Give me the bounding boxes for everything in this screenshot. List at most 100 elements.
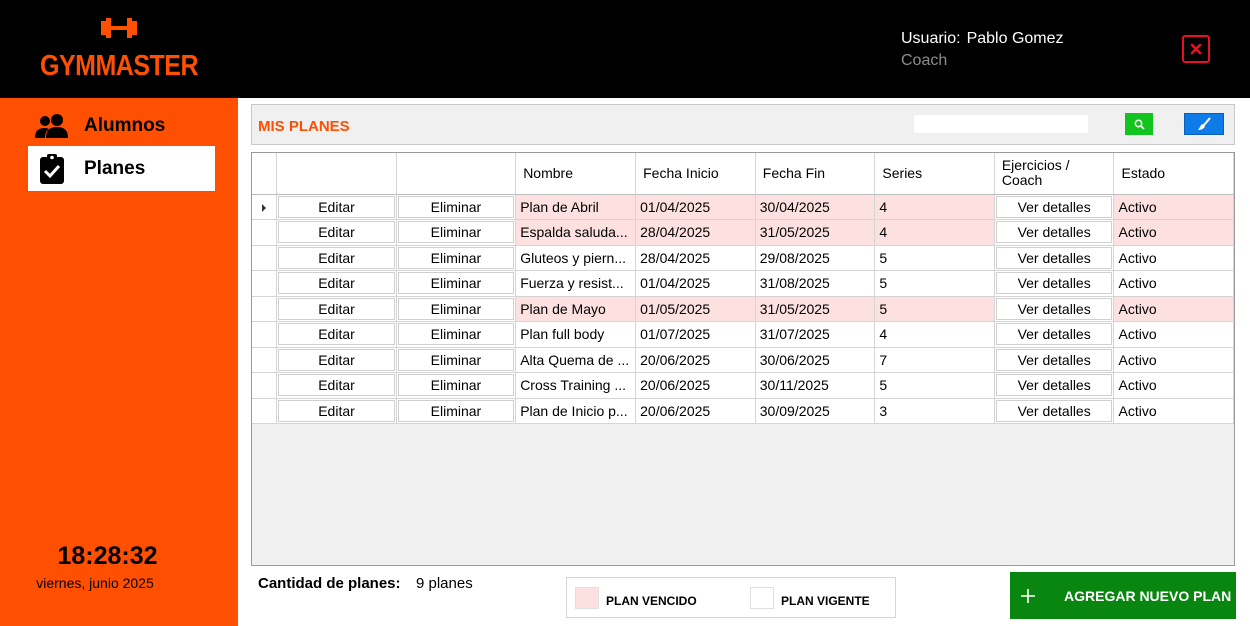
cell-series[interactable]: 5	[874, 372, 995, 399]
cell-fecha-inicio[interactable]: 01/07/2025	[635, 321, 756, 348]
cell-fecha-inicio[interactable]: 01/05/2025	[635, 296, 756, 322]
cell-nombre[interactable]: Gluteos y piern...	[515, 245, 637, 271]
delete-button[interactable]: Eliminar	[397, 221, 515, 244]
cell-fecha-fin[interactable]: 31/05/2025	[755, 219, 876, 246]
delete-button[interactable]: Eliminar	[397, 272, 515, 295]
delete-button[interactable]: Eliminar	[397, 399, 515, 422]
delete-button[interactable]: Eliminar	[397, 297, 515, 320]
cell-estado[interactable]: Activo	[1113, 194, 1234, 220]
cell-nombre[interactable]: Fuerza y resist...	[515, 270, 637, 297]
cell-estado[interactable]: Activo	[1113, 372, 1234, 399]
delete-button[interactable]: Eliminar	[397, 348, 515, 371]
cell-fecha-fin[interactable]: 30/09/2025	[755, 398, 876, 424]
column-header-fecha-fin[interactable]: Fecha Fin	[755, 153, 876, 195]
cell-fecha-fin[interactable]: 31/08/2025	[755, 270, 876, 297]
cell-fecha-inicio[interactable]: 20/06/2025	[635, 372, 756, 399]
edit-button[interactable]: Editar	[278, 348, 395, 371]
view-details-button[interactable]: Ver detalles	[995, 195, 1113, 218]
row-selector[interactable]	[252, 194, 278, 220]
row-selector[interactable]	[252, 219, 278, 246]
cell-fecha-inicio[interactable]: 01/04/2025	[635, 194, 756, 220]
view-details-button[interactable]: Ver detalles	[995, 221, 1113, 244]
edit-button[interactable]: Editar	[278, 297, 395, 320]
delete-button[interactable]: Eliminar	[397, 323, 515, 346]
view-details-button[interactable]: Ver detalles	[995, 374, 1113, 397]
table-row[interactable]: Editar Eliminar Espalda saluda... 28/04/202…	[252, 219, 1234, 246]
close-button[interactable]	[1182, 35, 1210, 63]
sidebar-item-alumnos[interactable]: Alumnos	[28, 103, 215, 148]
view-details-button[interactable]: Ver detalles	[995, 297, 1113, 320]
column-header-fecha-inicio[interactable]: Fecha Inicio	[635, 153, 756, 195]
cell-estado[interactable]: Activo	[1113, 270, 1234, 297]
row-selector[interactable]	[252, 347, 278, 373]
table-row[interactable]: Editar Eliminar Plan de Inicio p... 20/06/2…	[252, 398, 1234, 424]
row-selector[interactable]	[252, 372, 278, 399]
search-button[interactable]	[1125, 113, 1153, 135]
row-selector[interactable]	[252, 270, 278, 297]
cell-series[interactable]: 3	[874, 398, 995, 424]
cell-estado[interactable]: Activo	[1113, 347, 1234, 373]
view-details-button[interactable]: Ver detalles	[995, 399, 1113, 422]
delete-button[interactable]: Eliminar	[397, 374, 515, 397]
cell-nombre[interactable]: Plan de Inicio p...	[515, 398, 637, 424]
cell-series[interactable]: 4	[874, 219, 995, 246]
table-row[interactable]: Editar Eliminar Plan full body 01/07/2025 31…	[252, 321, 1234, 348]
edit-button[interactable]: Editar	[278, 221, 395, 244]
cell-series[interactable]: 7	[874, 347, 995, 373]
delete-button[interactable]: Eliminar	[397, 246, 515, 269]
column-header-series[interactable]: Series	[874, 153, 995, 195]
clear-search-button[interactable]	[1184, 113, 1224, 135]
cell-series[interactable]: 5	[874, 296, 995, 322]
cell-nombre[interactable]: Alta Quema de ...	[515, 347, 637, 373]
table-row[interactable]: Editar Eliminar Plan de Mayo 01/05/2025 31/0…	[252, 296, 1234, 322]
cell-estado[interactable]: Activo	[1113, 245, 1234, 271]
cell-estado[interactable]: Activo	[1113, 321, 1234, 348]
cell-estado[interactable]: Activo	[1113, 398, 1234, 424]
cell-fecha-fin[interactable]: 31/05/2025	[755, 296, 876, 322]
cell-series[interactable]: 4	[874, 194, 995, 220]
cell-fecha-inicio[interactable]: 28/04/2025	[635, 219, 756, 246]
row-selector[interactable]	[252, 321, 278, 348]
table-row[interactable]: Editar Eliminar Fuerza y resist... 01/04/20…	[252, 270, 1234, 297]
add-plan-button[interactable]: AGREGAR NUEVO PLAN	[1010, 572, 1236, 619]
edit-button[interactable]: Editar	[278, 195, 395, 218]
cell-fecha-inicio[interactable]: 28/04/2025	[635, 245, 756, 271]
table-row[interactable]: Editar Eliminar Cross Training ... 20/06/20…	[252, 372, 1234, 399]
cell-estado[interactable]: Activo	[1113, 219, 1234, 246]
column-header-estado[interactable]: Estado	[1113, 153, 1234, 195]
cell-nombre[interactable]: Espalda saluda...	[515, 219, 637, 246]
edit-button[interactable]: Editar	[278, 246, 395, 269]
table-row[interactable]: Editar Eliminar Plan de Abril 01/04/2025 30/…	[252, 194, 1234, 220]
edit-button[interactable]: Editar	[278, 323, 395, 346]
view-details-button[interactable]: Ver detalles	[995, 323, 1113, 346]
row-selector[interactable]	[252, 296, 278, 322]
table-row[interactable]: Editar Eliminar Alta Quema de ... 20/06/202…	[252, 347, 1234, 373]
cell-fecha-inicio[interactable]: 01/04/2025	[635, 270, 756, 297]
cell-series[interactable]: 4	[874, 321, 995, 348]
edit-button[interactable]: Editar	[278, 374, 395, 397]
cell-nombre[interactable]: Plan full body	[515, 321, 637, 348]
cell-fecha-fin[interactable]: 30/04/2025	[755, 194, 876, 220]
cell-nombre[interactable]: Plan de Abril	[515, 194, 637, 220]
cell-fecha-fin[interactable]: 29/08/2025	[755, 245, 876, 271]
edit-button[interactable]: Editar	[278, 272, 395, 295]
delete-button[interactable]: Eliminar	[397, 195, 515, 218]
cell-series[interactable]: 5	[874, 270, 995, 297]
view-details-button[interactable]: Ver detalles	[995, 348, 1113, 371]
cell-fecha-fin[interactable]: 30/11/2025	[755, 372, 876, 399]
search-input[interactable]	[914, 115, 1088, 133]
cell-nombre[interactable]: Cross Training ...	[515, 372, 637, 399]
cell-nombre[interactable]: Plan de Mayo	[515, 296, 637, 322]
column-header-nombre[interactable]: Nombre	[515, 153, 637, 195]
row-selector[interactable]	[252, 245, 278, 271]
cell-fecha-inicio[interactable]: 20/06/2025	[635, 347, 756, 373]
table-row[interactable]: Editar Eliminar Gluteos y piern... 28/04/20…	[252, 245, 1234, 271]
view-details-button[interactable]: Ver detalles	[995, 272, 1113, 295]
view-details-button[interactable]: Ver detalles	[995, 246, 1113, 269]
cell-fecha-fin[interactable]: 31/07/2025	[755, 321, 876, 348]
edit-button[interactable]: Editar	[278, 399, 395, 422]
column-header-ejercicios-coach[interactable]: Ejercicios / Coach	[994, 153, 1115, 195]
cell-fecha-fin[interactable]: 30/06/2025	[755, 347, 876, 373]
sidebar-item-planes[interactable]: Planes	[28, 146, 215, 191]
cell-series[interactable]: 5	[874, 245, 995, 271]
